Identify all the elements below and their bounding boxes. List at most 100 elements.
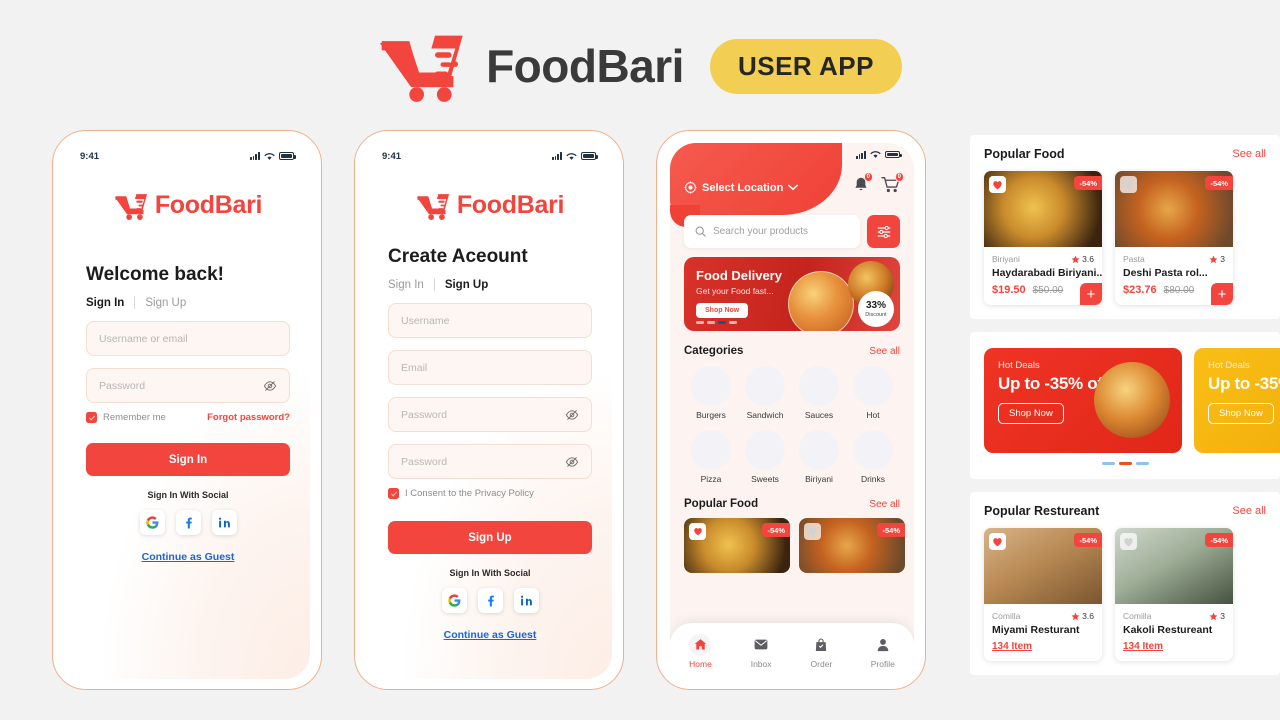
facebook-login-button[interactable] bbox=[477, 588, 503, 613]
social-login-row bbox=[388, 588, 592, 613]
username-field[interactable]: Username bbox=[388, 303, 592, 338]
category-label: Biriyani bbox=[805, 474, 833, 484]
category-label: Sweets bbox=[751, 474, 779, 484]
promo-banner[interactable]: Food Delivery Get your Food fast... Shop… bbox=[684, 257, 900, 331]
notifications-button[interactable]: 0 bbox=[853, 172, 873, 198]
search-input[interactable]: Search your products bbox=[684, 215, 860, 248]
tab-sign-in[interactable]: Sign In bbox=[388, 279, 424, 291]
popular-food-title: Popular Food bbox=[984, 147, 1065, 161]
check-icon bbox=[88, 415, 95, 421]
hot-deal-banner[interactable]: Hot Deals Up to -35% off Shop Now bbox=[1194, 348, 1280, 453]
popular-food-see-all-link[interactable]: See all bbox=[1232, 148, 1266, 160]
favorite-icon[interactable] bbox=[689, 523, 706, 540]
favorite-icon[interactable] bbox=[989, 533, 1006, 550]
category-item-biriyani[interactable]: Biriyani bbox=[792, 430, 846, 484]
restaurant-item-count[interactable]: 134 Item bbox=[1123, 641, 1225, 652]
sign-in-button[interactable]: Sign In bbox=[86, 443, 290, 476]
add-to-cart-button[interactable]: + bbox=[1211, 283, 1233, 305]
add-to-cart-button[interactable]: + bbox=[1080, 283, 1102, 305]
checkbox-box bbox=[388, 488, 399, 499]
food-item-card[interactable]: -54% Biriyani 3.6 Haydarabadi Biriyani.. bbox=[984, 171, 1102, 305]
discount-badge: -54% bbox=[762, 523, 790, 537]
tab-sign-up[interactable]: Sign Up bbox=[145, 297, 186, 309]
tab-sign-up[interactable]: Sign Up bbox=[445, 279, 488, 291]
food-card[interactable]: -54% bbox=[799, 518, 905, 573]
carousel-dot[interactable] bbox=[707, 321, 715, 324]
category-item-drinks[interactable]: Drinks bbox=[846, 430, 900, 484]
promo-carousel-dots[interactable] bbox=[696, 321, 737, 324]
category-item-sauces[interactable]: Sauces bbox=[792, 366, 846, 420]
status-time: 9:41 bbox=[382, 150, 402, 162]
google-login-button[interactable] bbox=[139, 510, 165, 535]
popular-food-see-all-link[interactable]: See all bbox=[869, 499, 900, 510]
wifi-icon bbox=[566, 152, 577, 160]
email-field[interactable]: Email bbox=[388, 350, 592, 385]
tab-home[interactable]: Home bbox=[689, 633, 712, 669]
popular-food-row: -54% Biriyani 3.6 Haydarabadi Biriyani.. bbox=[984, 171, 1280, 305]
categories-see-all-link[interactable]: See all bbox=[869, 346, 900, 357]
google-login-button[interactable] bbox=[441, 588, 467, 613]
deal-shop-now-button[interactable]: Shop Now bbox=[1208, 403, 1274, 424]
favorite-icon[interactable] bbox=[804, 523, 821, 540]
home-icon bbox=[689, 633, 712, 656]
tab-sign-in[interactable]: Sign In bbox=[86, 297, 124, 309]
carousel-dot[interactable] bbox=[696, 321, 704, 324]
eye-off-icon[interactable] bbox=[565, 455, 579, 469]
tab-order[interactable]: Order bbox=[810, 634, 832, 669]
restaurant-item-card[interactable]: -54% Comilla 3.6 Miyami Resturant 134 It… bbox=[984, 528, 1102, 661]
eye-off-icon[interactable] bbox=[263, 379, 277, 393]
password-field[interactable]: Password bbox=[86, 368, 290, 403]
tab-inbox[interactable]: Inbox bbox=[750, 634, 772, 669]
star-icon bbox=[1209, 255, 1218, 263]
carousel-dot-active[interactable] bbox=[1118, 462, 1132, 465]
hot-deal-banner[interactable]: Hot Deals Up to -35% off Shop Now bbox=[984, 348, 1182, 453]
username-or-email-field[interactable]: Username or email bbox=[86, 321, 290, 356]
promo-shop-now-button[interactable]: Shop Now bbox=[696, 303, 749, 318]
category-item-sandwich[interactable]: Sandwich bbox=[738, 366, 792, 420]
privacy-consent-checkbox[interactable]: I Consent to the Privacy Policy bbox=[388, 488, 592, 499]
linkedin-login-button[interactable] bbox=[513, 588, 539, 613]
rating-value: 3.6 bbox=[1082, 254, 1094, 264]
facebook-icon bbox=[185, 517, 192, 529]
continue-as-guest-link[interactable]: Continue as Guest bbox=[86, 551, 290, 563]
favorite-icon[interactable] bbox=[1120, 533, 1137, 550]
remember-me-checkbox[interactable]: Remember me bbox=[86, 412, 166, 423]
category-item-burgers[interactable]: Burgers bbox=[684, 366, 738, 420]
category-item-hot[interactable]: Hot bbox=[846, 366, 900, 420]
password-field[interactable]: Password bbox=[388, 397, 592, 432]
restaurant-item-card[interactable]: -54% Comilla 3 Kakoli Restureant 134 Ite… bbox=[1115, 528, 1233, 661]
popular-food-section-header: Popular Food See all bbox=[684, 498, 900, 510]
confirm-password-field[interactable]: Password bbox=[388, 444, 592, 479]
favorite-icon[interactable] bbox=[1120, 176, 1137, 193]
popular-restaurant-see-all-link[interactable]: See all bbox=[1232, 505, 1266, 517]
deal-shop-now-button[interactable]: Shop Now bbox=[998, 403, 1064, 424]
facebook-login-button[interactable] bbox=[175, 510, 201, 535]
continue-as-guest-link[interactable]: Continue as Guest bbox=[388, 629, 592, 641]
sign-up-button[interactable]: Sign Up bbox=[388, 521, 592, 554]
category-item-pizza[interactable]: Pizza bbox=[684, 430, 738, 484]
carousel-dot[interactable] bbox=[729, 321, 737, 324]
favorite-icon[interactable] bbox=[989, 176, 1006, 193]
eye-off-icon[interactable] bbox=[565, 408, 579, 422]
carousel-dot[interactable] bbox=[1101, 462, 1115, 465]
carousel-dot[interactable] bbox=[1135, 462, 1149, 465]
hot-deals-carousel-dots[interactable] bbox=[984, 462, 1266, 465]
food-item-card[interactable]: -54% Pasta 3 Deshi Pasta rol... $23.76 $… bbox=[1115, 171, 1233, 305]
category-item-sweets[interactable]: Sweets bbox=[738, 430, 792, 484]
location-selector[interactable]: Select Location bbox=[684, 181, 799, 194]
discount-badge: -54% bbox=[877, 523, 905, 537]
carousel-dot-active[interactable] bbox=[718, 321, 726, 324]
restaurant-name: Kakoli Restureant bbox=[1123, 624, 1213, 636]
google-icon bbox=[145, 516, 158, 529]
forgot-password-link[interactable]: Forgot password? bbox=[207, 412, 290, 423]
promo-food-image bbox=[788, 271, 854, 331]
tab-profile[interactable]: Profile bbox=[871, 634, 895, 669]
shopping-cart-icon bbox=[416, 193, 449, 220]
linkedin-icon bbox=[218, 517, 230, 528]
food-card[interactable]: -54% bbox=[684, 518, 790, 573]
restaurant-item-count[interactable]: 134 Item bbox=[992, 641, 1094, 652]
cart-badge: 0 bbox=[894, 172, 904, 182]
filter-button[interactable] bbox=[867, 215, 900, 248]
cart-button[interactable]: 0 bbox=[881, 172, 904, 198]
linkedin-login-button[interactable] bbox=[211, 510, 237, 535]
